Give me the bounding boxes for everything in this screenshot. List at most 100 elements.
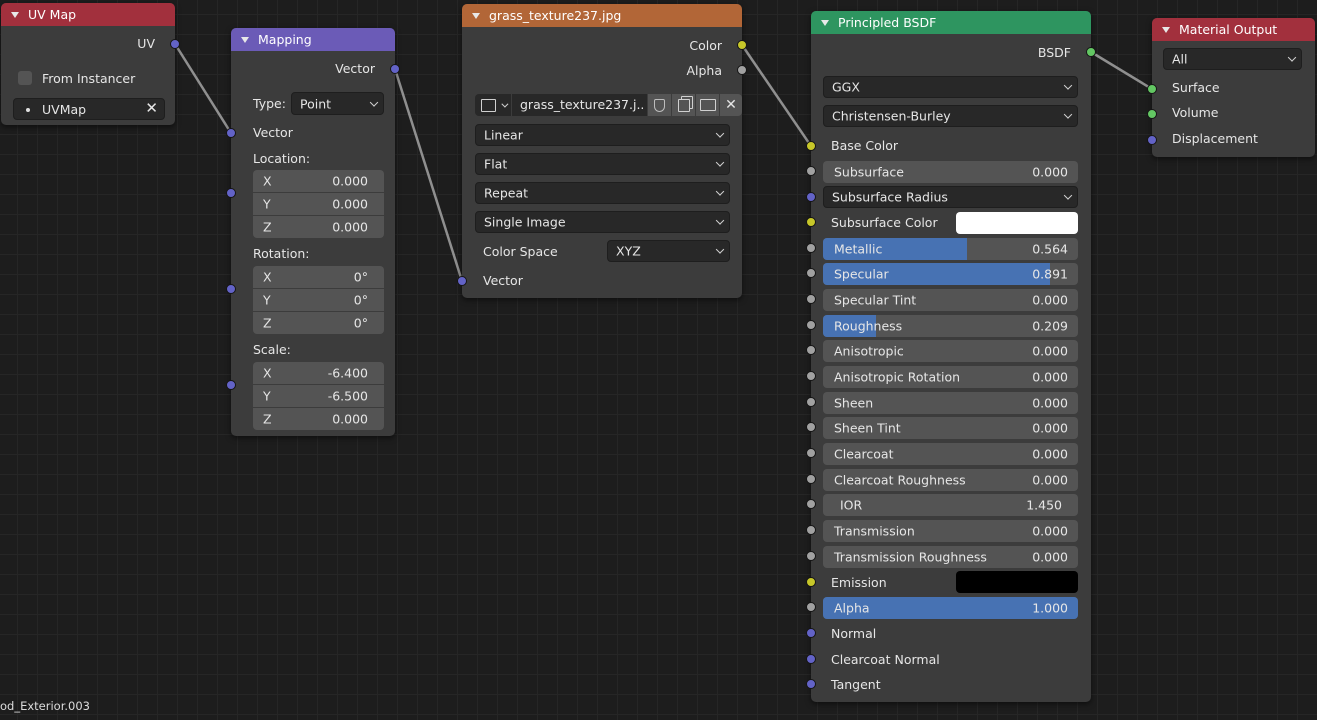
anisotropic-input-socket[interactable] bbox=[806, 345, 816, 355]
bsdf-node-header[interactable]: Principled BSDF bbox=[811, 11, 1091, 34]
subsurface-radius-input-socket[interactable] bbox=[806, 192, 816, 202]
scale-y-field[interactable]: Y -6.500 bbox=[253, 385, 384, 407]
transmission-input-socket[interactable] bbox=[806, 525, 816, 535]
subsurface-radius-dropdown[interactable]: Subsurface Radius bbox=[823, 186, 1078, 208]
mapping-rotation-input-socket[interactable] bbox=[226, 284, 236, 294]
subsurface-method-dropdown[interactable]: Christensen-Burley bbox=[823, 105, 1078, 127]
duplicate-image-button[interactable] bbox=[672, 94, 695, 116]
color-space-dropdown[interactable]: XYZ bbox=[607, 240, 730, 262]
texture-node-header[interactable]: grass_texture237.jpg bbox=[462, 4, 742, 27]
alpha-slider[interactable]: Alpha 1.000 bbox=[823, 597, 1078, 619]
scale-z-field[interactable]: Z 0.000 bbox=[253, 408, 384, 430]
output-target-dropdown[interactable]: All bbox=[1163, 48, 1302, 70]
mapping-vector-input-socket[interactable] bbox=[226, 128, 236, 138]
extension-dropdown[interactable]: Repeat bbox=[475, 182, 730, 204]
link-color-to-basecolor[interactable] bbox=[740, 44, 813, 147]
specular-input-socket[interactable] bbox=[806, 268, 816, 278]
rotation-z-field[interactable]: Z 0° bbox=[253, 312, 384, 334]
collapse-arrow-icon[interactable] bbox=[11, 11, 19, 18]
link-bsdf-to-surface[interactable] bbox=[1090, 50, 1153, 91]
scale-x-field[interactable]: X -6.400 bbox=[253, 362, 384, 384]
collapse-arrow-icon[interactable] bbox=[1162, 26, 1170, 33]
displacement-input-socket[interactable] bbox=[1147, 135, 1157, 145]
mapping-output-socket[interactable] bbox=[390, 64, 400, 74]
clearcoat-input-socket[interactable] bbox=[806, 448, 816, 458]
subsurface-input-socket[interactable] bbox=[806, 166, 816, 176]
anisotropic-rotation-slider[interactable]: Anisotropic Rotation 0.000 bbox=[823, 366, 1078, 388]
location-z-field[interactable]: Z 0.000 bbox=[253, 216, 384, 238]
volume-input-socket[interactable] bbox=[1147, 109, 1157, 119]
open-image-button[interactable] bbox=[696, 94, 719, 116]
subsurface-color-swatch[interactable] bbox=[956, 212, 1078, 234]
location-y-field[interactable]: Y 0.000 bbox=[253, 193, 384, 215]
location-x-field[interactable]: X 0.000 bbox=[253, 170, 384, 192]
transmission-roughness-slider[interactable]: Transmission Roughness 0.000 bbox=[823, 546, 1078, 568]
mapping-node[interactable]: Mapping Vector Type: Point Vector Locati… bbox=[231, 28, 395, 436]
uvmap-node[interactable]: UV Map UV From Instancer UVMap ✕ bbox=[1, 3, 175, 125]
clearcoat-roughness-slider[interactable]: Clearcoat Roughness 0.000 bbox=[823, 469, 1078, 491]
roughness-slider[interactable]: Roughness 0.209 bbox=[823, 315, 1078, 337]
output-node-title: Material Output bbox=[1179, 22, 1278, 37]
sheen-slider[interactable]: Sheen 0.000 bbox=[823, 392, 1078, 414]
collapse-arrow-icon[interactable] bbox=[472, 12, 480, 19]
mapping-node-header[interactable]: Mapping bbox=[231, 28, 395, 51]
material-output-node[interactable]: Material Output All Surface Volume Displ… bbox=[1152, 18, 1315, 157]
mapping-scale-input-socket[interactable] bbox=[226, 380, 236, 390]
alpha-input-socket[interactable] bbox=[806, 602, 816, 612]
clearcoat-slider[interactable]: Clearcoat 0.000 bbox=[823, 443, 1078, 465]
emission-color-swatch[interactable] bbox=[956, 571, 1078, 593]
mapping-type-dropdown[interactable]: Point bbox=[291, 92, 384, 115]
collapse-arrow-icon[interactable] bbox=[821, 19, 829, 26]
ior-input-socket[interactable] bbox=[806, 499, 816, 509]
texture-alpha-output-socket[interactable] bbox=[737, 65, 747, 75]
sheen-tint-input-socket[interactable] bbox=[806, 422, 816, 432]
base-color-input-socket[interactable] bbox=[806, 141, 816, 151]
sheen-tint-slider[interactable]: Sheen Tint 0.000 bbox=[823, 417, 1078, 439]
image-browse-button[interactable] bbox=[475, 94, 511, 116]
projection-dropdown[interactable]: Flat bbox=[475, 153, 730, 175]
unlink-image-button[interactable]: ✕ bbox=[720, 94, 742, 116]
image-name-field[interactable]: grass_texture237.j.. bbox=[512, 94, 647, 116]
interpolation-dropdown[interactable]: Linear bbox=[475, 124, 730, 146]
texture-vector-input-socket[interactable] bbox=[457, 276, 467, 286]
clearcoat-roughness-input-socket[interactable] bbox=[806, 474, 816, 484]
texture-color-output-socket[interactable] bbox=[737, 40, 747, 50]
metallic-slider[interactable]: Metallic 0.564 bbox=[823, 238, 1078, 260]
from-instancer-checkbox[interactable] bbox=[18, 71, 32, 85]
uvmap-node-header[interactable]: UV Map bbox=[1, 3, 175, 26]
bsdf-output-socket[interactable] bbox=[1086, 47, 1096, 57]
emission-input-socket[interactable] bbox=[806, 577, 816, 587]
anisotropic-slider[interactable]: Anisotropic 0.000 bbox=[823, 340, 1078, 362]
mapping-location-input-socket[interactable] bbox=[226, 188, 236, 198]
ior-field[interactable]: IOR 1.450 bbox=[823, 494, 1078, 516]
specular-tint-input-socket[interactable] bbox=[806, 294, 816, 304]
principled-bsdf-node[interactable]: Principled BSDF BSDF GGX Christensen-Bur… bbox=[811, 11, 1091, 702]
sheen-input-socket[interactable] bbox=[806, 397, 816, 407]
anisotropic-rotation-input-socket[interactable] bbox=[806, 371, 816, 381]
distribution-dropdown[interactable]: GGX bbox=[823, 76, 1078, 98]
tangent-input-socket[interactable] bbox=[806, 679, 816, 689]
surface-input-socket[interactable] bbox=[1147, 84, 1157, 94]
specular-tint-slider[interactable]: Specular Tint 0.000 bbox=[823, 289, 1078, 311]
clearcoat-normal-input-socket[interactable] bbox=[806, 654, 816, 664]
transmission-slider[interactable]: Transmission 0.000 bbox=[823, 520, 1078, 542]
normal-input-socket[interactable] bbox=[806, 628, 816, 638]
source-dropdown[interactable]: Single Image bbox=[475, 211, 730, 233]
uvmap-selector[interactable]: UVMap ✕ bbox=[13, 98, 165, 120]
image-texture-node[interactable]: grass_texture237.jpg Color Alpha grass_t… bbox=[462, 4, 742, 298]
collapse-arrow-icon[interactable] bbox=[241, 36, 249, 43]
subsurface-slider[interactable]: Subsurface 0.000 bbox=[823, 161, 1078, 183]
uv-output-socket[interactable] bbox=[170, 39, 180, 49]
roughness-input-socket[interactable] bbox=[806, 320, 816, 330]
link-mapping-to-texture[interactable] bbox=[393, 68, 464, 282]
transmission-roughness-input-socket[interactable] bbox=[806, 551, 816, 561]
specular-slider[interactable]: Specular 0.891 bbox=[823, 263, 1078, 285]
metallic-input-socket[interactable] bbox=[806, 243, 816, 253]
link-uv-to-mapping[interactable] bbox=[173, 43, 233, 134]
rotation-y-field[interactable]: Y 0° bbox=[253, 289, 384, 311]
clear-uvmap-icon[interactable]: ✕ bbox=[145, 99, 158, 117]
rotation-x-field[interactable]: X 0° bbox=[253, 266, 384, 288]
output-node-header[interactable]: Material Output bbox=[1152, 18, 1315, 41]
subsurface-color-input-socket[interactable] bbox=[806, 217, 816, 227]
fake-user-button[interactable] bbox=[648, 94, 671, 116]
